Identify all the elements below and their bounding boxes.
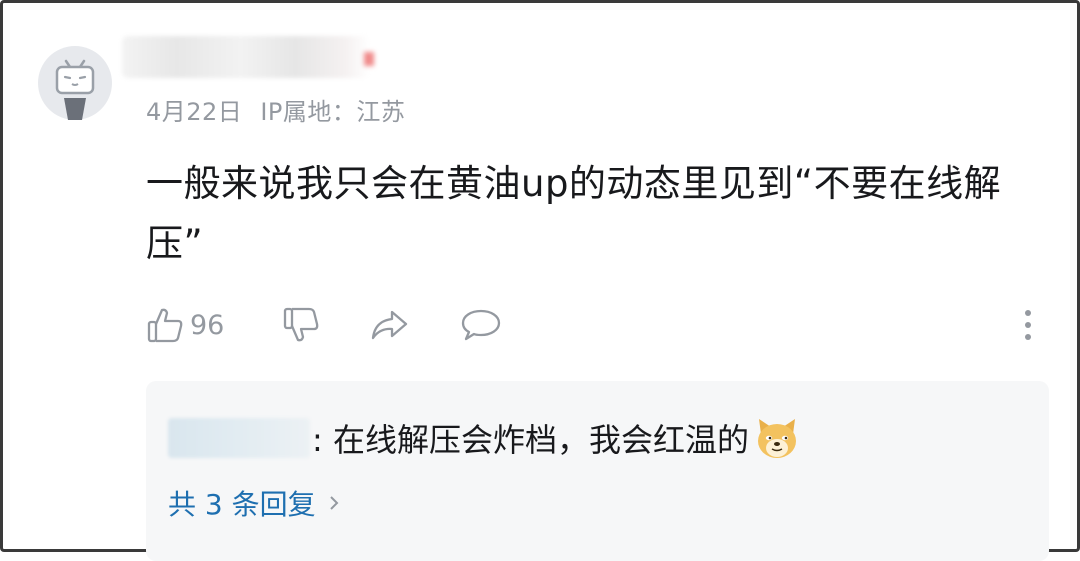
avatar[interactable]: [38, 46, 112, 120]
like-button[interactable]: 96: [146, 303, 224, 347]
reply-button[interactable]: [460, 303, 502, 347]
doge-emoji: [757, 419, 796, 458]
share-button[interactable]: [368, 303, 410, 347]
reply-preview-text: : 在线解压会炸档，我会红温的: [312, 421, 749, 459]
comment-text: 一般来说我只会在黄油up的动态里见到“不要在线解压”: [146, 162, 1002, 265]
comment-date: 4月22日: [146, 98, 243, 126]
comment-meta: 4月22日 IP属地：江苏: [146, 92, 405, 127]
share-icon: [371, 310, 408, 340]
bilibili-tv-icon: [55, 59, 95, 120]
reply-preview-box: : 在线解压会炸档，我会红温的 共 3 条回复: [146, 381, 1049, 561]
ip-location: IP属地：江苏: [260, 98, 406, 126]
username-redacted[interactable]: [122, 36, 370, 78]
more-replies-label: 共 3 条回复: [168, 488, 316, 521]
reply-username-redacted[interactable]: [168, 418, 310, 458]
thumbs-up-icon: [147, 308, 183, 343]
like-count: 96: [190, 309, 225, 341]
comment-icon: [461, 309, 501, 341]
chevron-right-icon: [329, 496, 339, 510]
more-vertical-icon: [1025, 310, 1031, 340]
thumbs-down-icon: [283, 307, 319, 342]
comment-actions: 96: [146, 303, 1046, 347]
view-more-replies-link[interactable]: 共 3 条回复: [168, 483, 340, 523]
more-options-button[interactable]: [1016, 306, 1040, 346]
reply-preview-item: : 在线解压会炸档，我会红温的: [168, 417, 801, 459]
dislike-button[interactable]: [282, 303, 322, 347]
